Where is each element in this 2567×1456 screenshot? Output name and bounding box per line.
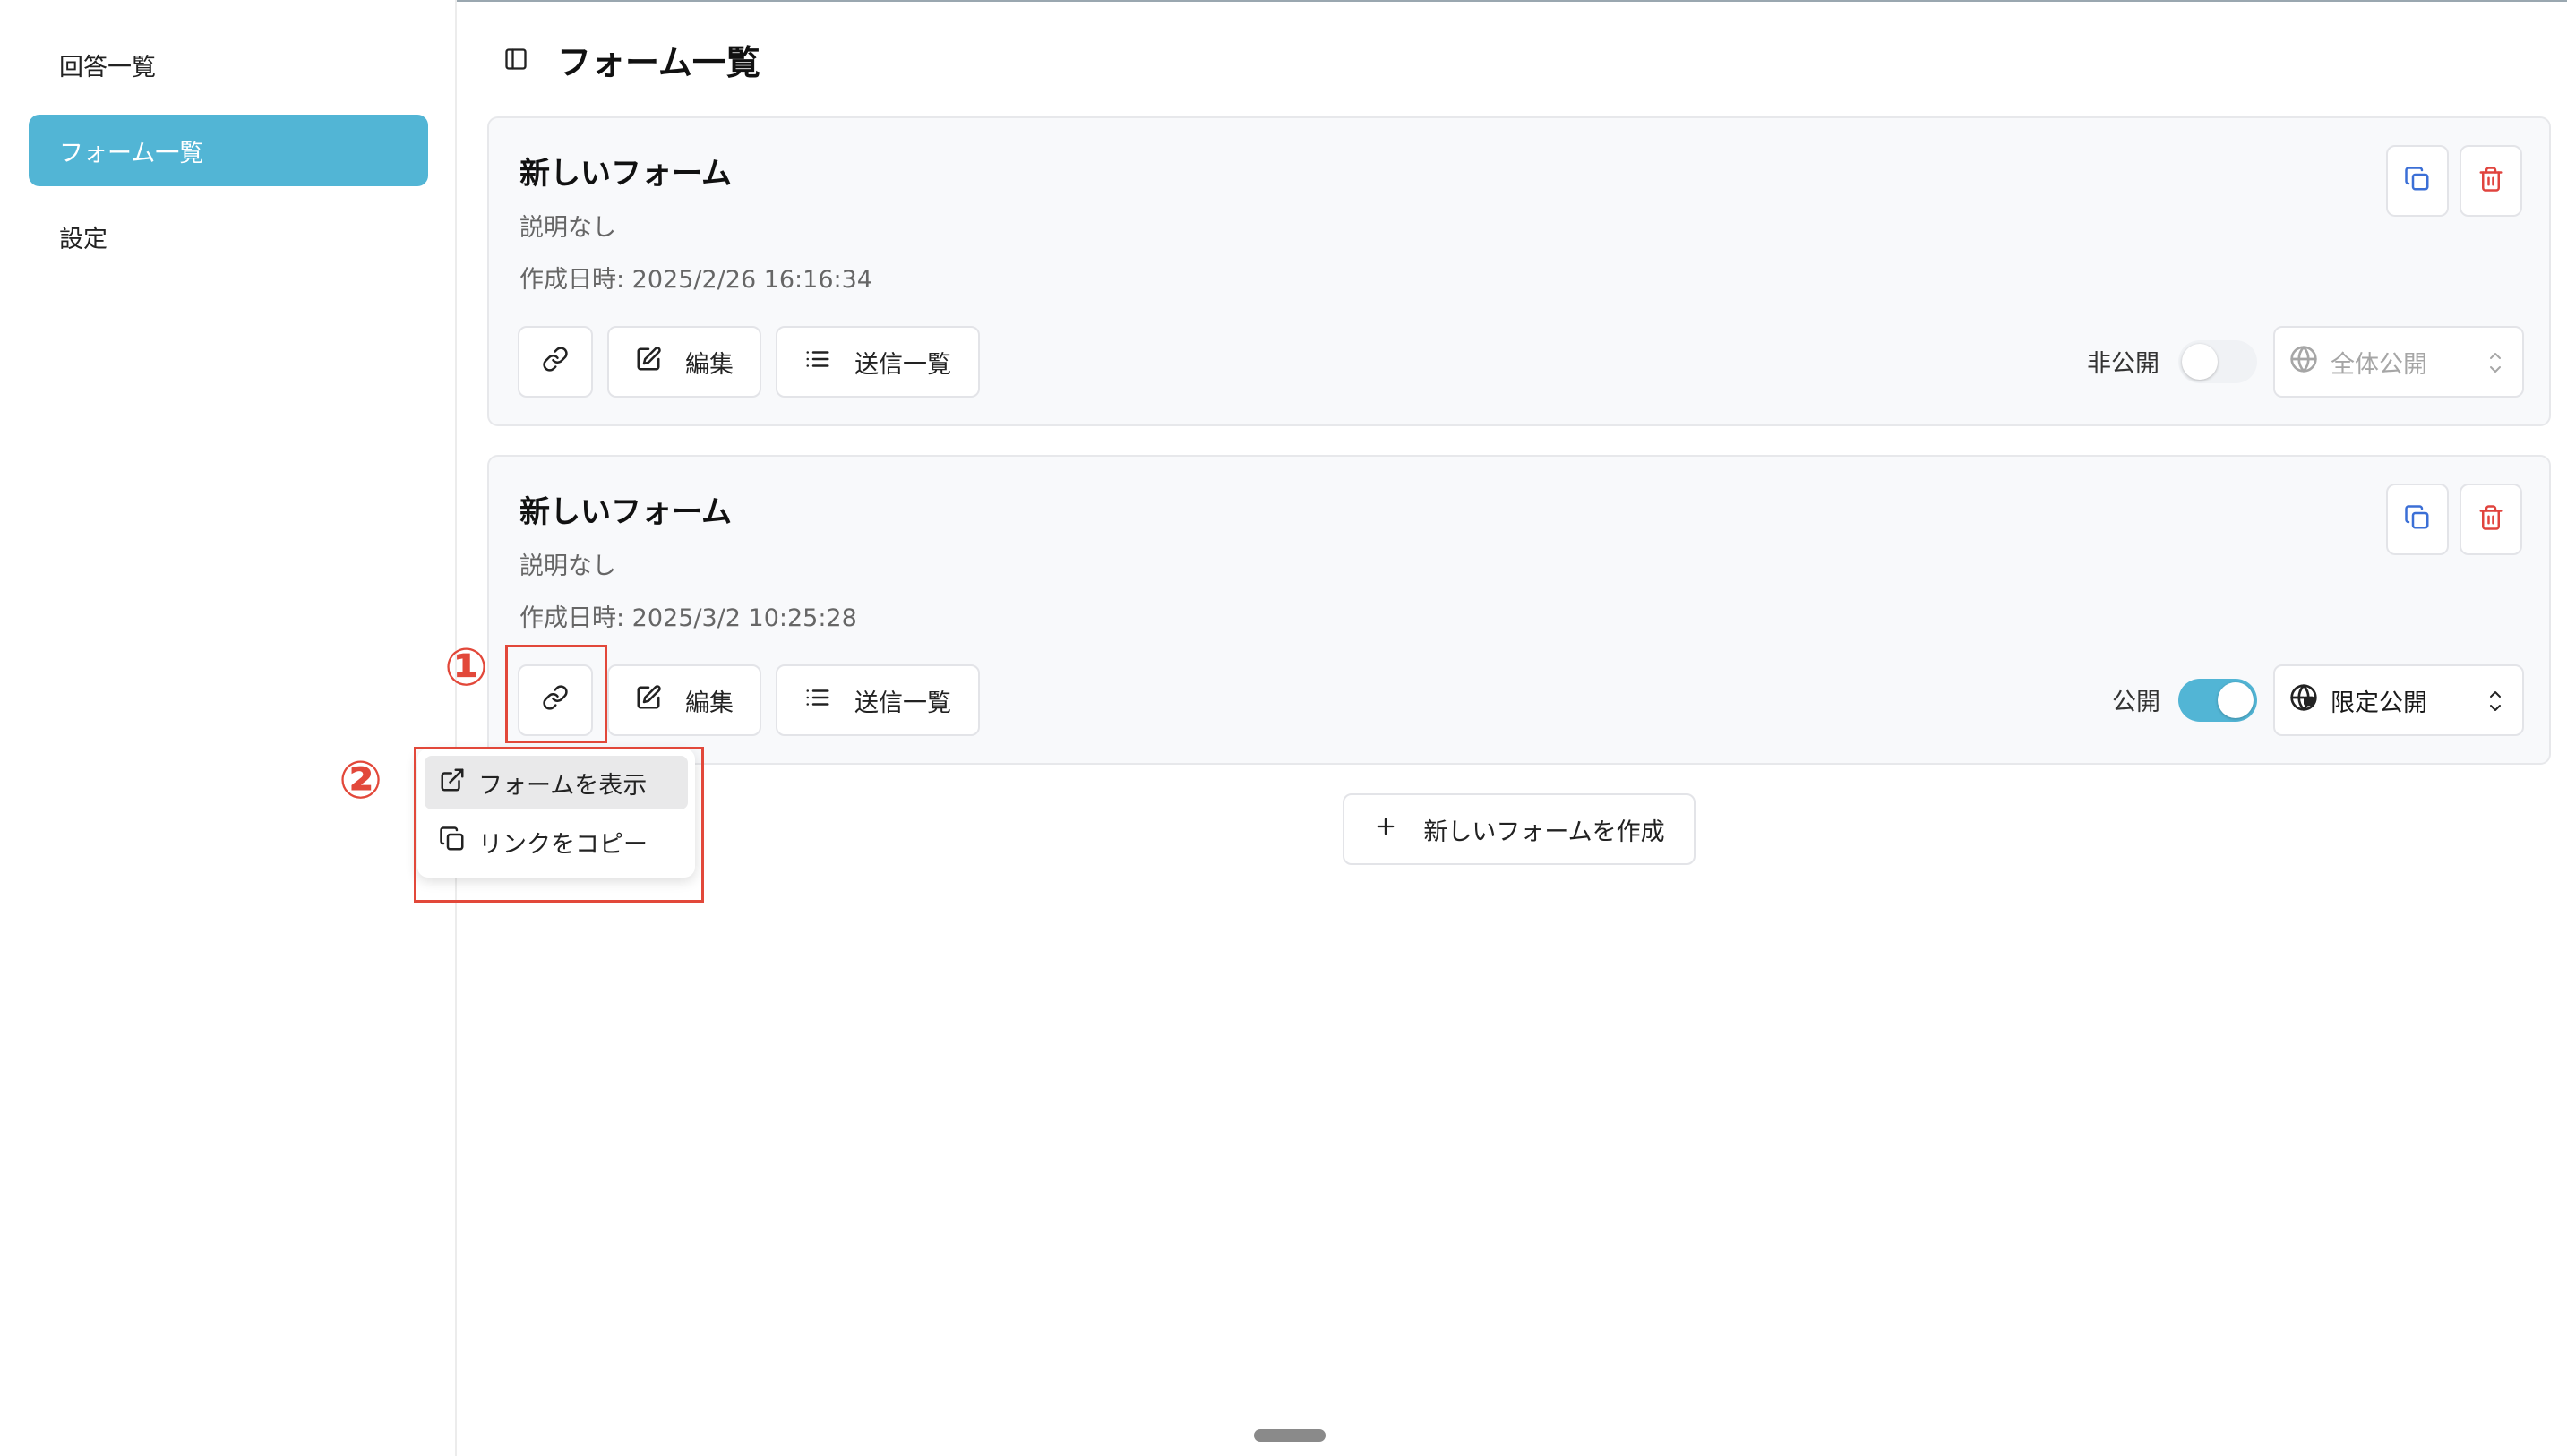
edit-button-label: 編集 [685,689,734,717]
publish-status-label: 非公開 [2087,350,2159,378]
create-form-label: 新しいフォームを作成 [1423,818,1665,846]
chevrons-up-down-icon [2485,347,2506,384]
duplicate-button[interactable] [2386,145,2449,217]
annotation-box-2 [414,747,704,903]
publish-toggle[interactable] [2178,340,2257,383]
annotation-number-2: ② [339,749,383,810]
form-title: 新しいフォーム [519,494,732,530]
sidebar-item-settings[interactable]: 設定 [29,201,428,272]
edit-icon [635,684,662,717]
sidebar: 回答一覧 フォーム一覧 設定 [0,0,457,1456]
publish-status-label: 公開 [2112,689,2160,716]
submissions-button-label: 送信一覧 [854,350,951,379]
link-icon [542,346,569,379]
link-button[interactable] [518,326,593,398]
sidebar-item-label: 設定 [59,225,107,253]
create-form-button[interactable]: 新しいフォームを作成 [1343,793,1696,865]
trash-icon [2477,166,2504,196]
annotation-box-1 [505,645,607,743]
annotation-number-1: ① [444,637,489,698]
sidebar-item-responses[interactable]: 回答一覧 [29,29,428,100]
list-icon [804,346,831,379]
form-title: 新しいフォーム [519,156,732,192]
sidebar-item-forms[interactable]: フォーム一覧 [29,115,428,186]
form-created-date: 作成日時: 2025/2/26 16:16:34 [519,266,872,294]
visibility-value: 限定公開 [2331,689,2427,717]
toggle-knob [2182,344,2218,380]
submissions-button-label: 送信一覧 [854,689,951,717]
globe-icon [2289,345,2318,380]
page-header: フォーム一覧 [502,34,760,84]
submissions-button[interactable]: 送信一覧 [776,326,980,398]
chevrons-up-down-icon [2485,686,2506,723]
globe-lock-icon [2289,683,2318,718]
visibility-select[interactable]: 限定公開 [2273,664,2524,736]
edit-button-label: 編集 [685,350,734,379]
sidebar-item-label: フォーム一覧 [59,139,204,167]
list-icon [804,684,831,717]
sidebar-toggle-icon[interactable] [502,45,530,73]
plus-icon [1373,814,1398,845]
duplicate-button[interactable] [2386,484,2449,555]
edit-icon [635,346,662,379]
copy-icon [2404,166,2431,196]
delete-button[interactable] [2460,484,2522,555]
page-title: フォーム一覧 [557,42,760,82]
edit-button[interactable]: 編集 [607,326,761,398]
submissions-button[interactable]: 送信一覧 [776,664,980,736]
trash-icon [2477,504,2504,535]
scroll-handle[interactable] [1254,1429,1326,1442]
publish-toggle[interactable] [2178,679,2257,722]
copy-icon [2404,504,2431,535]
form-description: 説明なし [519,552,616,580]
form-card: 新しいフォーム 説明なし 作成日時: 2025/3/2 10:25:28 編集 … [487,455,2551,765]
delete-button[interactable] [2460,145,2522,217]
edit-button[interactable]: 編集 [607,664,761,736]
form-created-date: 作成日時: 2025/3/2 10:25:28 [519,604,857,632]
visibility-select[interactable]: 全体公開 [2273,326,2524,398]
visibility-value: 全体公開 [2331,350,2427,379]
sidebar-item-label: 回答一覧 [59,53,156,81]
form-description: 説明なし [519,214,616,242]
form-card: 新しいフォーム 説明なし 作成日時: 2025/2/26 16:16:34 編集… [487,116,2551,426]
toggle-knob [2218,682,2254,718]
